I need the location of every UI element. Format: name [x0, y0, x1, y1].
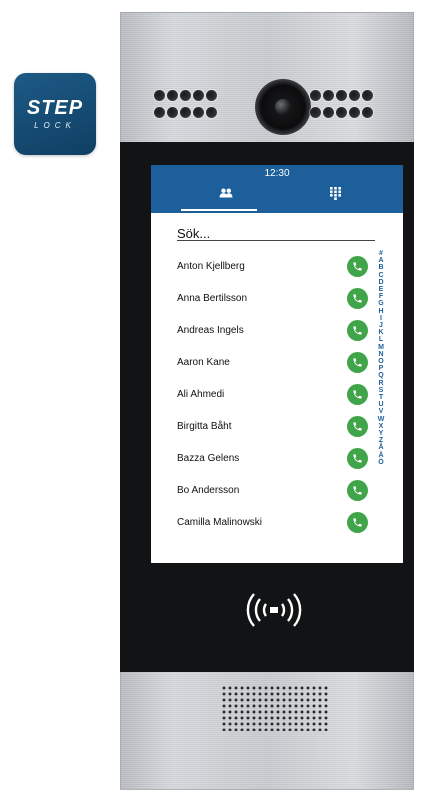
alphabet-letter[interactable]: B — [378, 264, 383, 271]
nfc-reader-icon[interactable] — [240, 588, 308, 632]
logo-sub-text: LOCK — [34, 121, 76, 130]
alphabet-letter[interactable]: C — [378, 272, 383, 279]
alphabet-letter[interactable]: H — [378, 308, 383, 315]
phone-icon — [353, 422, 362, 431]
alphabet-letter[interactable]: N — [378, 351, 383, 358]
alphabet-letter[interactable]: K — [378, 329, 383, 336]
status-time: 12:30 — [264, 168, 290, 179]
contacts-icon — [219, 188, 233, 198]
alphabet-letter[interactable]: G — [378, 300, 383, 307]
alphabet-letter[interactable]: U — [378, 401, 383, 408]
phone-icon — [353, 518, 362, 527]
call-button[interactable] — [347, 352, 368, 373]
contact-name: Ali Ahmedi — [177, 389, 225, 400]
phone-icon — [353, 454, 362, 463]
call-button[interactable] — [347, 512, 368, 533]
call-button[interactable] — [347, 448, 368, 469]
logo-brand-text: STEP — [26, 97, 84, 119]
contact-name: Aaron Kane — [177, 357, 230, 368]
speaker-holes-right — [310, 90, 375, 118]
phone-icon — [353, 390, 362, 399]
alphabet-letter[interactable]: O — [378, 358, 383, 365]
camera-lens — [255, 79, 311, 135]
contact-name: Anton Kjellberg — [177, 261, 245, 272]
alphabet-letter[interactable]: Ä — [378, 452, 383, 459]
top-bar: 12:30 — [151, 165, 403, 213]
phone-icon — [353, 262, 362, 271]
alphabet-index[interactable]: # A B C D E F G H I J K L M N O P Q R S T U V W X Y Z Å Ä Ö — [376, 250, 386, 466]
touch-screen: 12:30 Sök... Anton Kjellberg Anna Bertils… — [151, 165, 403, 563]
alphabet-letter[interactable]: J — [379, 322, 383, 329]
alphabet-letter[interactable]: L — [379, 336, 383, 343]
alphabet-letter[interactable]: R — [378, 380, 383, 387]
alphabet-letter[interactable]: T — [379, 394, 383, 401]
contact-name: Bo Andersson — [177, 485, 240, 496]
alphabet-letter[interactable]: F — [379, 293, 383, 300]
call-button[interactable] — [347, 416, 368, 437]
steplock-logo: STEP LOCK — [14, 73, 96, 155]
alphabet-letter[interactable]: M — [378, 344, 384, 351]
alphabet-letter[interactable]: Ö — [378, 459, 383, 466]
alphabet-letter[interactable]: W — [378, 416, 385, 423]
alphabet-letter[interactable]: P — [379, 365, 384, 372]
phone-icon — [353, 326, 362, 335]
alphabet-letter[interactable]: E — [379, 286, 384, 293]
alphabet-letter[interactable]: Q — [378, 372, 383, 379]
search-input[interactable]: Sök... — [177, 226, 375, 241]
call-button[interactable] — [347, 256, 368, 277]
call-button[interactable] — [347, 288, 368, 309]
contact-name: Birgitta Båht — [177, 421, 232, 432]
alphabet-letter[interactable]: I — [380, 315, 382, 322]
tab-dialpad[interactable] — [315, 187, 355, 207]
alphabet-letter[interactable]: # — [379, 250, 383, 257]
phone-icon — [353, 486, 362, 495]
contact-name: Camilla Malinowski — [177, 517, 263, 528]
contact-name: Bazza Gelens — [177, 453, 240, 464]
speaker-grille — [221, 685, 329, 731]
call-button[interactable] — [347, 384, 368, 405]
speaker-holes-left — [154, 90, 219, 118]
tab-contacts[interactable] — [206, 187, 246, 207]
alphabet-letter[interactable]: A — [378, 257, 383, 264]
phone-icon — [353, 294, 362, 303]
alphabet-letter[interactable]: D — [378, 279, 383, 286]
call-button[interactable] — [347, 320, 368, 341]
phone-icon — [353, 358, 362, 367]
alphabet-letter[interactable]: Å — [378, 444, 383, 451]
alphabet-letter[interactable]: V — [379, 408, 384, 415]
contact-name: Anna Bertilsson — [177, 293, 248, 304]
alphabet-letter[interactable]: Y — [379, 430, 384, 437]
call-button[interactable] — [347, 480, 368, 501]
alphabet-letter[interactable]: S — [379, 387, 384, 394]
contact-name: Andreas Ingels — [177, 325, 244, 336]
dialpad-icon — [329, 187, 341, 200]
alphabet-letter[interactable]: X — [379, 423, 384, 430]
active-tab-indicator — [181, 209, 257, 211]
